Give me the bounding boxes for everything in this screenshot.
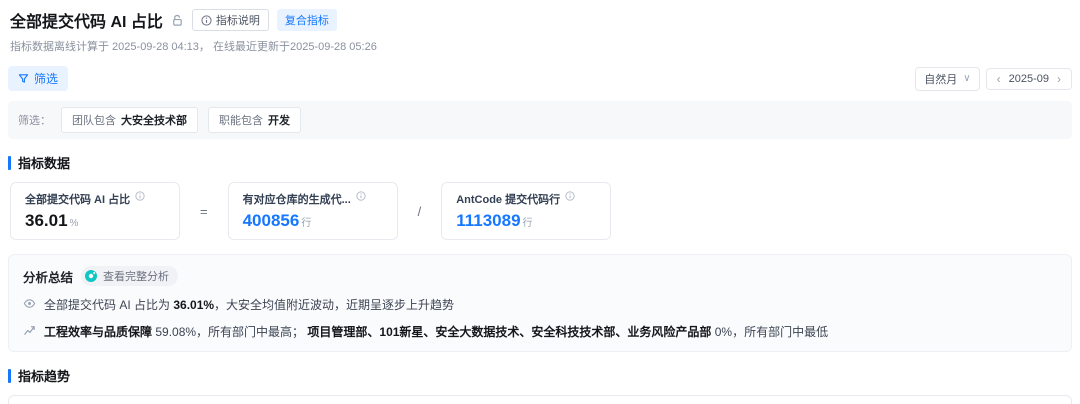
active-filters-bar: 筛选： 团队包含 大安全技术部 职能包含 开发 bbox=[8, 101, 1072, 139]
analysis-highlight: 项目管理部、101新星、安全大数据技术、安全科技技术部、业务风险产品部 bbox=[307, 325, 712, 339]
unlock-icon bbox=[171, 14, 184, 27]
metric-card-value[interactable]: 1113089 bbox=[456, 211, 520, 230]
section-accent-bar bbox=[8, 155, 11, 170]
metric-info-label: 指标说明 bbox=[215, 15, 260, 27]
trend-title: 指标趋势 bbox=[18, 369, 71, 384]
metric-card-value[interactable]: 400856 bbox=[243, 211, 300, 230]
analysis-highlight: 工程效率与品质保障 bbox=[44, 325, 153, 339]
granularity-select[interactable]: 自然月 ∨ bbox=[915, 66, 980, 91]
metric-data-title: 指标数据 bbox=[18, 156, 71, 171]
filter-chip-field: 团队包含 bbox=[72, 115, 116, 127]
filter-chip-role[interactable]: 职能包含 开发 bbox=[208, 107, 301, 133]
metric-card-title: 有对应仓库的生成代... bbox=[242, 194, 351, 206]
update-time-subtitle: 指标数据离线计算于 2025-09-28 04:13， 在线最近更新于2025-… bbox=[10, 41, 377, 53]
page-header: 全部提交代码 AI 占比 指标说明 复合指标 bbox=[8, 8, 1072, 32]
analysis-text: 59.08%，所有部门中最高； bbox=[152, 325, 308, 339]
page-title: 全部提交代码 AI 占比 bbox=[10, 14, 163, 31]
trend-icon bbox=[24, 326, 35, 335]
toolbar: 筛选 自然月 ∨ ‹ 2025-09 › bbox=[8, 66, 1072, 91]
chevron-down-icon: ∨ bbox=[963, 73, 971, 84]
metric-card-value: 36.01 bbox=[25, 211, 68, 230]
metric-card-unit: 行 bbox=[301, 218, 312, 229]
prev-period-button[interactable]: ‹ bbox=[995, 72, 1003, 86]
filter-chip-value: 开发 bbox=[268, 115, 290, 127]
filter-chip-value: 大安全技术部 bbox=[121, 115, 187, 127]
metric-cards-row: 全部提交代码 AI 占比 36.01% = 有对应仓库的生成代... 40085… bbox=[10, 182, 1072, 240]
analysis-line: 全部提交代码 AI 占比为 36.01%，大安全均值附近波动，近期呈逐步上升趋势 bbox=[23, 296, 1057, 313]
filter-button-label: 筛选 bbox=[34, 72, 59, 86]
analysis-text: 全部提交代码 AI 占比为 bbox=[44, 298, 174, 312]
info-icon bbox=[135, 191, 145, 201]
filter-chip-team[interactable]: 团队包含 大安全技术部 bbox=[61, 107, 198, 133]
info-icon bbox=[565, 191, 575, 201]
period-controls: 自然月 ∨ ‹ 2025-09 › bbox=[915, 66, 1072, 91]
metric-card-unit: % bbox=[69, 218, 79, 229]
metric-card-ai-lines[interactable]: 有对应仓库的生成代... 400856 行 bbox=[227, 182, 398, 240]
period-value: 2025-09 bbox=[1008, 72, 1049, 85]
section-accent-bar bbox=[8, 368, 11, 383]
metric-card-ratio[interactable]: 全部提交代码 AI 占比 36.01% bbox=[10, 182, 180, 240]
metric-data-section-header: 指标数据 bbox=[8, 153, 1072, 172]
period-navigator: ‹ 2025-09 › bbox=[985, 67, 1072, 90]
next-period-button[interactable]: › bbox=[1055, 72, 1063, 86]
trend-section-header: 指标趋势 bbox=[8, 366, 1072, 385]
analysis-line: 工程效率与品质保障 59.08%，所有部门中最高； 项目管理部、101新星、安全… bbox=[23, 323, 1057, 340]
trend-chart-panel: 全部提交代码 AI 占比 全部提交代码 AI 占比—BG团队 全部提交代码 AI… bbox=[8, 395, 1072, 404]
divide-operator: / bbox=[417, 203, 422, 219]
granularity-value: 自然月 bbox=[924, 73, 958, 86]
equals-operator: = bbox=[200, 203, 208, 219]
analysis-text: ，大安全均值附近波动，近期呈逐步上升趋势 bbox=[214, 298, 455, 312]
eye-icon bbox=[23, 299, 36, 308]
info-icon bbox=[356, 191, 366, 201]
funnel-icon bbox=[18, 74, 29, 83]
analysis-text: 0%，所有部门中最低 bbox=[711, 325, 829, 339]
metric-card-total-lines[interactable]: AntCode 提交代码行 1113089 行 bbox=[441, 182, 612, 240]
metric-card-unit: 行 bbox=[522, 218, 533, 229]
metric-info-button[interactable]: 指标说明 bbox=[191, 9, 269, 31]
view-full-analysis-label: 查看完整分析 bbox=[103, 271, 170, 283]
composite-metric-badge: 复合指标 bbox=[276, 9, 337, 31]
info-icon bbox=[201, 14, 212, 26]
filter-button[interactable]: 筛选 bbox=[8, 66, 69, 91]
ai-analysis-icon bbox=[85, 270, 98, 282]
analysis-title: 分析总结 bbox=[23, 270, 74, 285]
analysis-summary-panel: 分析总结 查看完整分析 全部提交代码 AI 占比为 36.01%，大安全均值附近… bbox=[8, 254, 1072, 352]
analysis-highlight: 36.01% bbox=[173, 298, 215, 312]
metric-card-title: 全部提交代码 AI 占比 bbox=[25, 194, 131, 206]
metric-detail-page: 全部提交代码 AI 占比 指标说明 复合指标 指标数据离线计算于 2025-09… bbox=[0, 0, 1080, 404]
view-full-analysis-button[interactable]: 查看完整分析 bbox=[81, 266, 179, 286]
filter-chip-field: 职能包含 bbox=[219, 115, 263, 127]
active-filters-label: 筛选： bbox=[18, 115, 51, 127]
metric-card-title: AntCode 提交代码行 bbox=[456, 194, 561, 206]
